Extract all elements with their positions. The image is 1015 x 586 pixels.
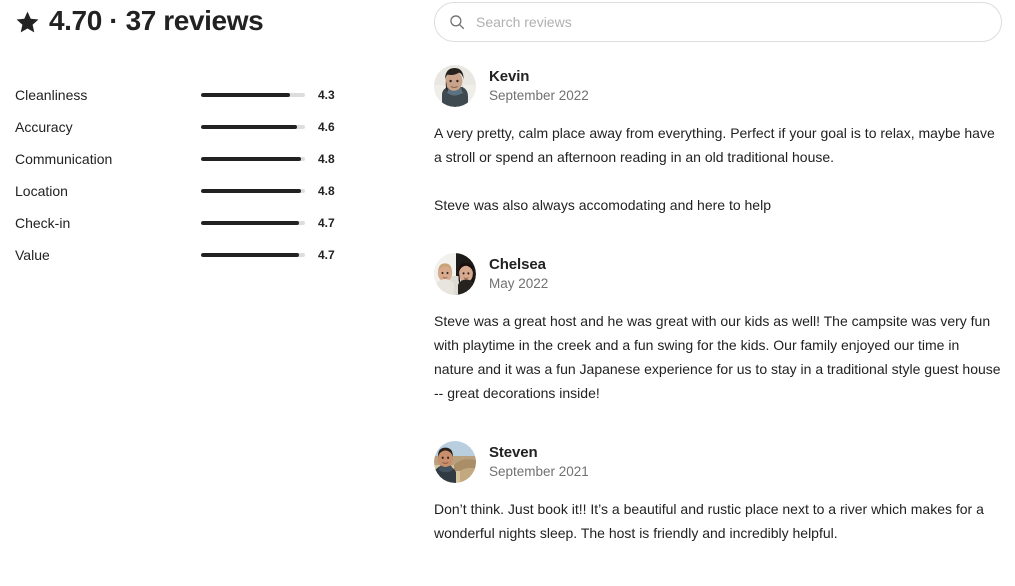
category-bar-fill xyxy=(201,125,297,129)
category-bar-fill xyxy=(201,189,301,193)
category-row-accuracy: Accuracy 4.6 xyxy=(15,111,432,143)
review-text: Don’t think. Just book it!! It’s a beaut… xyxy=(434,501,984,541)
review-date: September 2021 xyxy=(489,464,589,479)
reviewer-name: Chelsea xyxy=(489,256,546,273)
category-value: 4.3 xyxy=(318,88,335,102)
overall-rating: 4.70 · 37 reviews xyxy=(0,0,432,42)
reviews-panel: Kevin September 2022 A very pretty, calm… xyxy=(432,0,1015,586)
review-item: Kevin September 2022 A very pretty, calm… xyxy=(434,65,1002,217)
review-item: Steven September 2021 Don’t think. Just … xyxy=(434,441,1002,545)
category-label: Cleanliness xyxy=(15,87,88,103)
category-row-value: Value 4.7 xyxy=(15,239,432,271)
category-value: 4.7 xyxy=(318,216,335,230)
avatar[interactable] xyxy=(434,253,476,295)
review-item: Chelsea May 2022 Steve was a great host … xyxy=(434,253,1002,405)
category-label: Location xyxy=(15,183,68,199)
reviewer-meta: Steven September 2021 xyxy=(489,443,589,481)
star-icon xyxy=(15,10,40,35)
category-bar-fill xyxy=(201,93,291,97)
reviews-list: Kevin September 2022 A very pretty, calm… xyxy=(434,65,1002,545)
category-bar-track xyxy=(201,125,305,129)
category-label: Accuracy xyxy=(15,119,73,135)
review-date: September 2022 xyxy=(489,88,589,103)
category-value: 4.6 xyxy=(318,120,335,134)
category-value: 4.8 xyxy=(318,152,335,166)
reviews-page: 4.70 · 37 reviews Cleanliness 4.3 Accura… xyxy=(0,0,1015,586)
search-icon xyxy=(448,13,466,31)
category-value: 4.8 xyxy=(318,184,335,198)
avatar[interactable] xyxy=(434,441,476,483)
search-box[interactable] xyxy=(434,2,1002,42)
category-bar-track xyxy=(201,253,305,257)
category-label: Communication xyxy=(15,151,113,167)
category-row-cleanliness: Cleanliness 4.3 xyxy=(15,79,432,111)
overall-rating-text: 4.70 · 37 reviews xyxy=(49,5,264,36)
reviewer-name: Steven xyxy=(489,444,538,461)
review-header: Chelsea May 2022 xyxy=(434,253,1002,295)
review-header: Steven September 2021 xyxy=(434,441,1002,483)
category-bar-fill xyxy=(201,221,299,225)
category-bar-track xyxy=(201,189,305,193)
category-row-check-in: Check-in 4.7 xyxy=(15,207,432,239)
category-bar-fill xyxy=(201,253,299,257)
review-text: Steve was a great host and he was great … xyxy=(434,313,1001,401)
review-date: May 2022 xyxy=(489,276,549,291)
reviewer-meta: Kevin September 2022 xyxy=(489,67,589,105)
category-bar-fill xyxy=(201,157,301,161)
category-row-communication: Communication 4.8 xyxy=(15,143,432,175)
avatar[interactable] xyxy=(434,65,476,107)
review-text: A very pretty, calm place away from ever… xyxy=(434,125,995,213)
category-bar-track xyxy=(201,93,305,97)
category-bar-track xyxy=(201,157,305,161)
reviewer-meta: Chelsea May 2022 xyxy=(489,255,548,293)
category-ratings-list: Cleanliness 4.3 Accuracy 4.6 Communicati… xyxy=(0,79,432,271)
ratings-summary-panel: 4.70 · 37 reviews Cleanliness 4.3 Accura… xyxy=(0,0,432,586)
category-bar-track xyxy=(201,221,305,225)
category-row-location: Location 4.8 xyxy=(15,175,432,207)
search-input[interactable] xyxy=(476,3,987,41)
search-reviews xyxy=(434,2,1002,42)
category-value: 4.7 xyxy=(318,248,335,262)
category-label: Check-in xyxy=(15,215,71,231)
reviewer-name: Kevin xyxy=(489,68,530,85)
category-label: Value xyxy=(15,247,50,263)
review-header: Kevin September 2022 xyxy=(434,65,1002,107)
